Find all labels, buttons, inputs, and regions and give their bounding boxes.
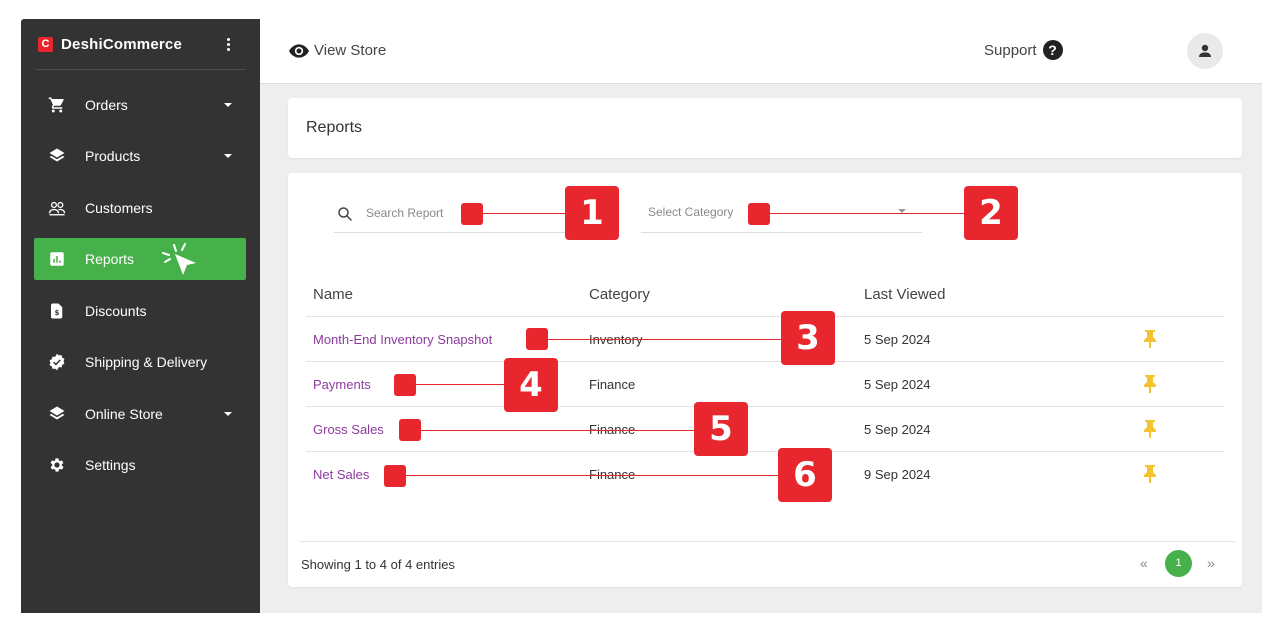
column-header-last-viewed[interactable]: Last Viewed: [864, 286, 945, 303]
annotation-line: [472, 213, 572, 214]
sidebar: C DeshiCommerce Orders Products Customer…: [21, 19, 260, 613]
sidebar-item-label: Customers: [85, 200, 153, 216]
layers-icon: [49, 406, 65, 420]
pagination-next[interactable]: »: [1207, 555, 1215, 571]
report-last-viewed: 5 Sep 2024: [864, 332, 931, 347]
entries-summary: Showing 1 to 4 of 4 entries: [301, 557, 455, 572]
report-name-link[interactable]: Net Sales: [313, 467, 369, 482]
annotation-marker: [384, 465, 406, 487]
bar-chart-icon: [50, 252, 64, 266]
sidebar-item-label: Orders: [85, 97, 128, 113]
pagination-page-1[interactable]: 1: [1165, 550, 1192, 577]
sidebar-item-label: Shipping & Delivery: [85, 354, 208, 370]
column-header-category[interactable]: Category: [589, 286, 650, 303]
view-store-label: View Store: [314, 42, 387, 59]
users-icon: [48, 201, 66, 216]
page-title-card: Reports: [288, 98, 1242, 158]
category-select[interactable]: Select Category: [641, 202, 922, 233]
sidebar-item-label: Settings: [85, 457, 136, 473]
annotation-line: [395, 475, 785, 476]
category-select-placeholder: Select Category: [648, 205, 734, 219]
pin-icon[interactable]: [1143, 375, 1157, 393]
layers-icon: [49, 148, 65, 162]
eye-icon: [289, 43, 309, 58]
cart-icon: [48, 97, 64, 113]
topbar: View Store Support ?: [260, 19, 1262, 84]
support-link[interactable]: Support ?: [984, 40, 1063, 60]
sidebar-item-label: Reports: [85, 251, 135, 267]
brand-divider: [35, 69, 246, 70]
support-label: Support: [984, 41, 1037, 59]
annotation-marker: [526, 328, 548, 350]
avatar[interactable]: [1187, 33, 1223, 69]
sidebar-item-label: Online Store: [85, 406, 163, 422]
annotation-marker: [394, 374, 416, 396]
brand-name: DeshiCommerce: [61, 36, 182, 53]
document-icon: $: [51, 303, 63, 319]
table-divider: [306, 406, 1224, 407]
sidebar-item-customers[interactable]: Customers: [34, 187, 246, 229]
pin-icon[interactable]: [1143, 465, 1157, 483]
cursor-click-icon: [162, 243, 196, 275]
annotation-badge: 2: [964, 186, 1018, 240]
annotation-badge: 5: [694, 402, 748, 456]
report-category: Finance: [589, 377, 636, 392]
gear-icon: [50, 458, 64, 472]
annotation-badge: 6: [778, 448, 832, 502]
sidebar-item-discounts[interactable]: $ Discounts: [34, 290, 246, 332]
report-name-link[interactable]: Month-End Inventory Snapshot: [313, 332, 492, 347]
column-header-name[interactable]: Name: [313, 286, 353, 303]
search-field: [334, 202, 574, 233]
view-store-link[interactable]: View Store: [289, 42, 386, 59]
brand-logo-icon: C: [38, 37, 53, 52]
badge-check-icon: [49, 353, 65, 371]
sidebar-item-settings[interactable]: Settings: [34, 444, 246, 486]
annotation-marker: [399, 419, 421, 441]
kebab-menu-icon[interactable]: [221, 36, 235, 54]
table-divider: [306, 316, 1224, 317]
annotation-badge: 1: [565, 186, 619, 240]
brand: C DeshiCommerce: [21, 19, 260, 70]
report-name-link[interactable]: Payments: [313, 377, 371, 392]
sidebar-item-reports[interactable]: Reports: [34, 238, 246, 280]
sidebar-item-shipping-delivery[interactable]: Shipping & Delivery: [34, 341, 246, 383]
annotation-line: [759, 213, 969, 214]
report-last-viewed: 5 Sep 2024: [864, 377, 931, 392]
annotation-line: [410, 430, 700, 431]
table-divider: [306, 451, 1224, 452]
help-icon: ?: [1042, 40, 1063, 60]
annotation-marker: [748, 203, 770, 225]
footer-divider: [299, 541, 1235, 542]
annotation-badge: 4: [504, 358, 558, 412]
annotation-marker: [461, 203, 483, 225]
annotation-badge: 3: [781, 311, 835, 365]
page-title: Reports: [306, 119, 363, 136]
sidebar-item-label: Discounts: [85, 303, 147, 319]
pin-icon[interactable]: [1143, 420, 1157, 438]
sidebar-item-online-store[interactable]: Online Store: [34, 393, 246, 435]
search-icon: [338, 207, 352, 221]
main-area: View Store Support ? Reports Select Cate…: [260, 19, 1262, 613]
caret-down-icon: [224, 103, 232, 107]
annotation-line: [537, 339, 787, 340]
svg-text:$: $: [55, 309, 60, 317]
report-name-link[interactable]: Gross Sales: [313, 422, 384, 437]
sidebar-item-orders[interactable]: Orders: [34, 84, 246, 126]
caret-down-icon: [224, 412, 232, 416]
annotation-line: [405, 384, 510, 385]
user-icon: [1199, 44, 1211, 57]
pagination-prev[interactable]: «: [1140, 555, 1148, 571]
report-last-viewed: 5 Sep 2024: [864, 422, 931, 437]
sidebar-item-products[interactable]: Products: [34, 135, 246, 177]
table-divider: [306, 361, 1224, 362]
pin-icon[interactable]: [1143, 330, 1157, 348]
caret-down-icon: [224, 154, 232, 158]
reports-card: Select Category Name Category Last Viewe…: [288, 173, 1242, 587]
sidebar-item-label: Products: [85, 148, 141, 164]
report-last-viewed: 9 Sep 2024: [864, 467, 931, 482]
